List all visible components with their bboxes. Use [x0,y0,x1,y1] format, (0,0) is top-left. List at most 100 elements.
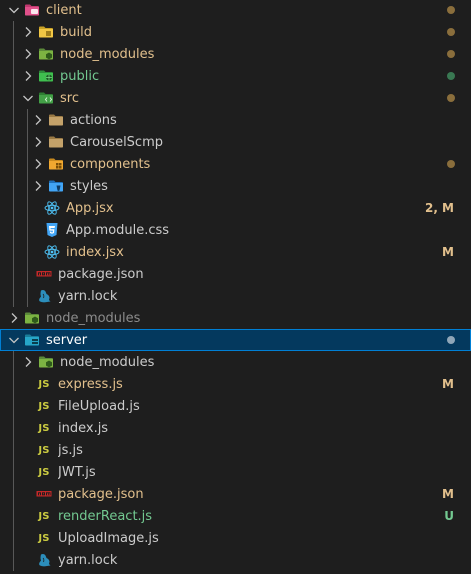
yarn-icon [36,288,52,304]
file-row-fileupload-js[interactable]: JS FileUpload.js [0,395,471,417]
folder-row-node-modules[interactable]: node_modules [0,351,471,373]
item-label: public [60,68,100,84]
js-icon-text: JS [38,532,50,544]
file-row-app-jsx[interactable]: App.jsx 2, M [0,197,471,219]
folder-row-carouselscmp[interactable]: CarouselScmp [0,131,471,153]
chevron-right-icon[interactable] [20,46,36,62]
folder-row-node-modules[interactable]: node_modules [0,307,471,329]
folder-icon [48,112,64,128]
git-status-dot [447,6,455,14]
file-row-yarn-lock[interactable]: yarn.lock [0,549,471,571]
item-label: server [46,332,88,348]
item-label: js.js [58,442,83,458]
item-label: yarn.lock [58,552,118,568]
file-row-jwt-js[interactable]: JS JWT.js [0,461,471,483]
item-label: express.js [58,376,123,392]
item-label: node_modules [60,46,155,62]
item-label: JWT.js [58,464,96,480]
js-icon: JS [36,376,52,392]
item-label: FileUpload.js [58,398,140,414]
file-row-package-json[interactable]: package.json [0,263,471,285]
js-icon-text: JS [38,378,50,390]
git-status-dot [447,72,455,80]
git-status-dot [447,160,455,168]
yarn-icon [36,552,52,568]
git-status-dot [447,336,455,344]
folder-icon [48,134,64,150]
npm-icon [36,266,52,282]
item-label: styles [70,178,108,194]
folder-row-node-modules[interactable]: node_modules [0,43,471,65]
item-label: index.js [58,420,109,436]
folder-row-client[interactable]: client [0,0,471,21]
file-explorer-tree: client build node_modules public src actions C… [0,0,471,574]
js-icon: JS [36,508,52,524]
git-status-badge: 2, M [424,201,454,215]
src-folder-icon [38,90,54,106]
chevron-right-icon[interactable] [30,156,46,172]
folder-row-src[interactable]: src [0,87,471,109]
react-icon [44,200,60,216]
indent-guide [13,351,14,571]
file-row-yarn-lock[interactable]: yarn.lock [0,285,471,307]
item-label: index.jsx [66,244,124,260]
chevron-right-icon[interactable] [20,24,36,40]
js-icon: JS [36,530,52,546]
item-label: package.json [58,486,144,502]
public-folder-icon [38,68,54,84]
git-status-dot [447,50,455,58]
chevron-right-icon[interactable] [30,134,46,150]
react-icon [44,244,60,260]
file-row-uploadimage-js[interactable]: JS UploadImage.js [0,527,471,549]
folder-row-components[interactable]: components [0,153,471,175]
folder-row-actions[interactable]: actions [0,109,471,131]
chevron-right-icon[interactable] [30,112,46,128]
item-label: components [70,156,151,172]
folder-row-server[interactable]: server [0,329,471,351]
item-label: src [60,90,79,106]
git-status-badge: U [444,509,454,523]
file-row-index-jsx[interactable]: index.jsx M [0,241,471,263]
git-status-badge: M [442,245,454,259]
item-label: renderReact.js [58,508,153,524]
chevron-right-icon[interactable] [20,354,36,370]
chevron-right-icon[interactable] [6,310,22,326]
js-icon-text: JS [38,444,50,456]
js-icon: JS [36,442,52,458]
indent-guide [27,109,28,307]
folder-row-build[interactable]: build [0,21,471,43]
chevron-right-icon[interactable] [30,178,46,194]
folder-row-styles[interactable]: styles [0,175,471,197]
components-folder-icon [48,156,64,172]
chevron-down-icon[interactable] [6,2,22,18]
file-row-renderreact-js[interactable]: JS renderReact.js U [0,505,471,527]
folder-row-public[interactable]: public [0,65,471,87]
item-label: client [46,2,82,18]
node-folder-icon [38,354,54,370]
chevron-down-icon[interactable] [6,332,22,348]
file-row-express-js[interactable]: JS express.js M [0,373,471,395]
js-icon: JS [36,464,52,480]
js-icon: JS [36,420,52,436]
chevron-down-icon[interactable] [20,90,36,106]
git-status-badge: M [442,377,454,391]
item-label: CarouselScmp [70,134,163,150]
node-folder-icon [38,46,54,62]
file-row-package-json[interactable]: package.json M [0,483,471,505]
file-row-index-js[interactable]: JS index.js [0,417,471,439]
js-icon-text: JS [38,466,50,478]
item-label: UploadImage.js [58,530,159,546]
file-row-app-module-css[interactable]: App.module.css [0,219,471,241]
indent-guide [13,21,14,307]
item-label: build [60,24,92,40]
file-row-js-js[interactable]: JS js.js [0,439,471,461]
item-label: actions [70,112,117,128]
git-status-dot [447,94,455,102]
chevron-right-icon[interactable] [20,68,36,84]
client-folder-icon [24,2,40,18]
item-label: App.module.css [66,222,170,238]
item-label: yarn.lock [58,288,118,304]
js-icon: JS [36,398,52,414]
node-folder-icon [24,310,40,326]
styles-folder-icon [48,178,64,194]
